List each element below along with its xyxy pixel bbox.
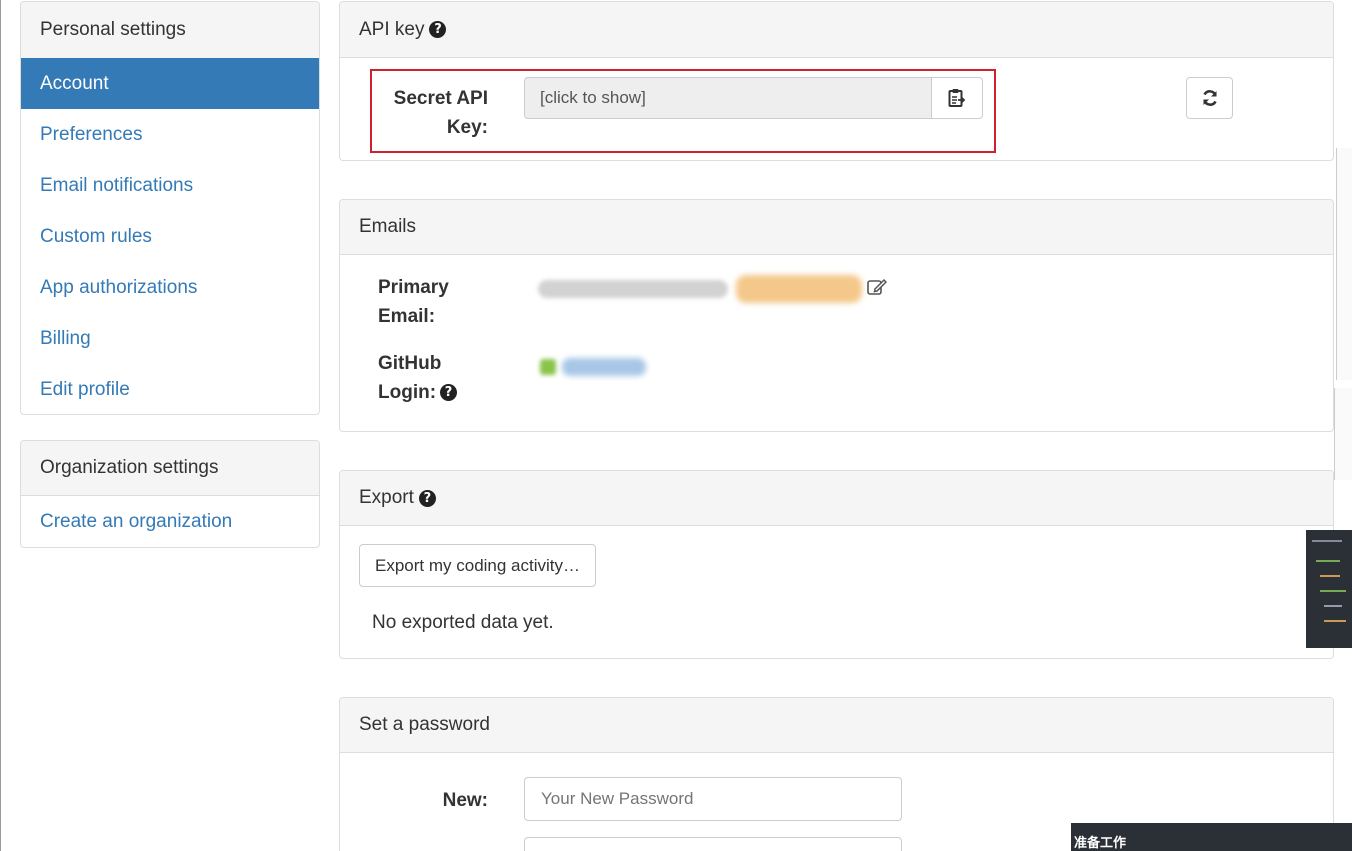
export-body: Export my coding activity… No exported d… (340, 526, 1333, 658)
sidebar-item-preferences[interactable]: Preferences (21, 109, 319, 160)
github-login-label-line2-row: Login: ? (378, 378, 458, 407)
confirm-password-input[interactable] (524, 837, 902, 851)
clipboard-icon (948, 89, 966, 107)
background-window-title-bar: 准备工作 (1071, 823, 1352, 851)
sidebar-item-account[interactable]: Account (21, 58, 319, 109)
primary-email-label-line2: Email: (378, 306, 436, 327)
secret-api-key-label: Secret API Key: (382, 84, 488, 142)
sidebar-item-billing[interactable]: Billing (21, 313, 319, 364)
question-circle-icon[interactable]: ? (429, 21, 447, 38)
export-status-text: No exported data yet. (372, 612, 554, 633)
sidebar-item-custom-rules[interactable]: Custom rules (21, 211, 319, 262)
github-login-label-line2: Login: (378, 382, 437, 403)
new-password-label: New: (442, 790, 488, 811)
question-circle-icon[interactable]: ? (418, 489, 436, 507)
background-window-fragment (1334, 388, 1352, 480)
personal-settings-heading: Personal settings (21, 2, 319, 58)
primary-email-value-redacted (538, 280, 728, 298)
emails-body: Primary Email: GitHub Login: ? (340, 255, 1333, 431)
emails-panel: Emails Primary Email: GitHub Login: ? (339, 199, 1334, 432)
primary-email-label-line1: Primary (378, 277, 449, 298)
background-window-fragment (1336, 148, 1352, 380)
github-avatar-redacted (540, 359, 556, 375)
question-circle-icon[interactable]: ? (440, 384, 458, 401)
secret-api-key-label-line2: Key: (446, 117, 488, 138)
edit-icon[interactable] (867, 278, 888, 301)
organization-settings-panel: Organization settings Create an organiza… (20, 440, 320, 548)
new-password-input[interactable] (524, 777, 902, 821)
personal-settings-panel: Personal settings Account Preferences Em… (20, 1, 320, 415)
copy-api-key-button[interactable] (931, 77, 983, 119)
sidebar-item-app-authorizations[interactable]: App authorizations (21, 262, 319, 313)
regenerate-api-key-button[interactable] (1186, 77, 1233, 119)
export-coding-activity-button[interactable]: Export my coding activity… (359, 544, 597, 587)
background-code-window-fragment (1306, 530, 1352, 648)
email-status-badge-redacted (736, 275, 862, 303)
github-login-label-line1: GitHub (378, 353, 442, 374)
secret-api-key-field[interactable]: [click to show] (524, 77, 932, 119)
primary-email-label: Primary Email: (378, 273, 449, 331)
window-edge (0, 0, 1, 851)
github-login-link-redacted[interactable] (562, 358, 646, 376)
set-password-heading: Set a password (340, 698, 1333, 753)
organization-settings-heading: Organization settings (21, 441, 319, 496)
secret-api-key-label-line1: Secret API (393, 88, 488, 109)
api-key-title: API key (359, 18, 425, 40)
export-heading: Export ? (340, 471, 1333, 526)
export-panel: Export ? Export my coding activity… No e… (339, 470, 1334, 659)
sidebar-item-email-notifications[interactable]: Email notifications (21, 160, 319, 211)
api-key-body: Secret API Key: [click to show] (340, 58, 1333, 160)
api-key-heading: API key ? (340, 2, 1333, 58)
github-login-label: GitHub Login: ? (378, 349, 458, 407)
refresh-icon (1202, 90, 1217, 106)
sidebar-item-edit-profile[interactable]: Edit profile (21, 364, 319, 414)
sidebar-item-create-organization[interactable]: Create an organization (21, 496, 319, 547)
export-title: Export (359, 487, 414, 508)
emails-heading: Emails (340, 200, 1333, 255)
api-key-panel: API key ? Secret API Key: [click to show… (339, 1, 1334, 161)
